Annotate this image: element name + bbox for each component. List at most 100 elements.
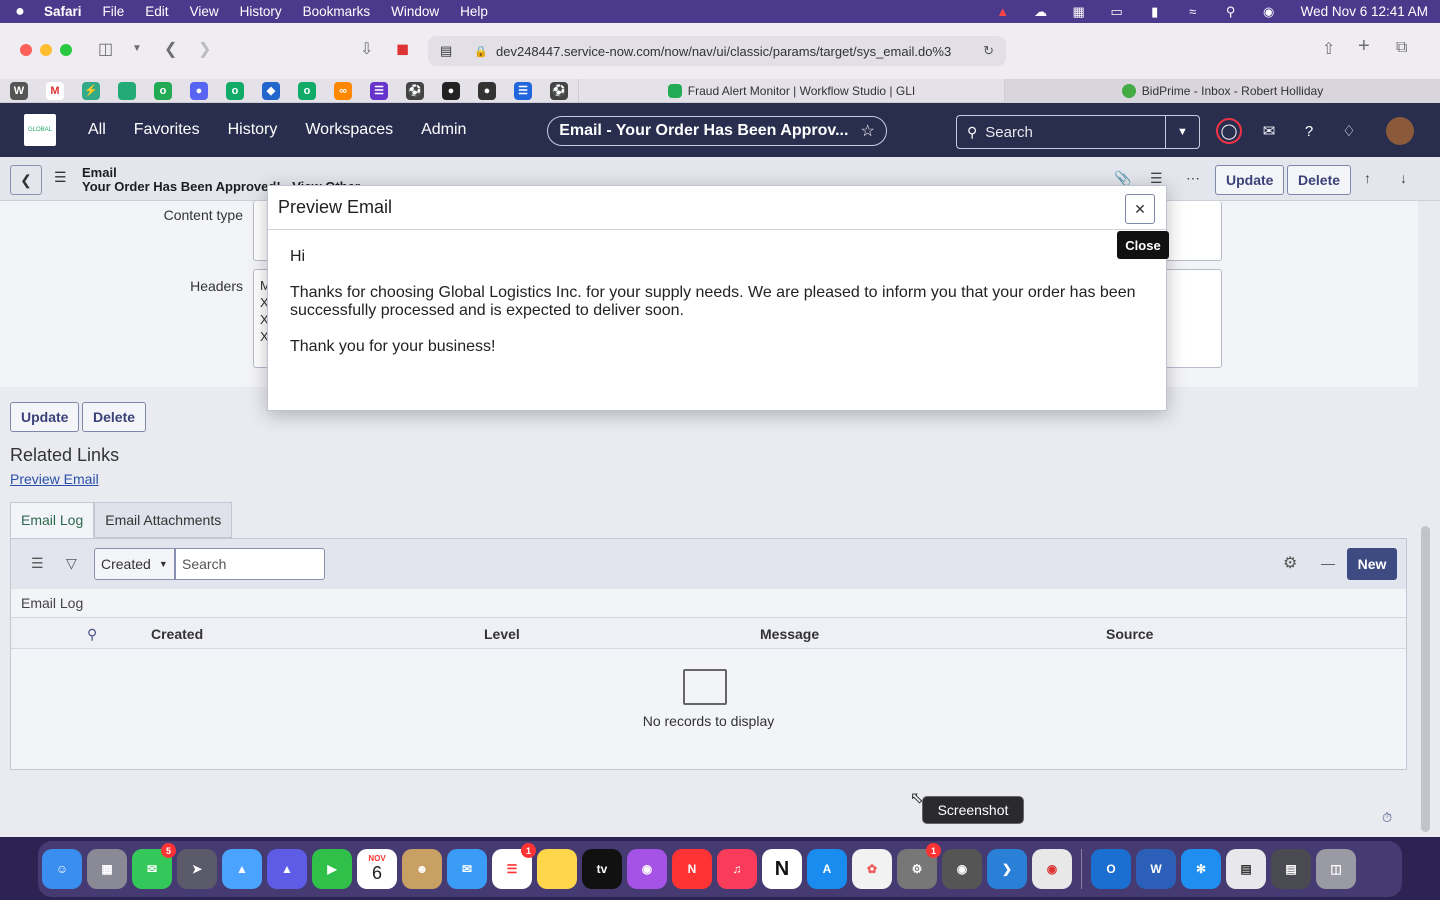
news-icon[interactable]: N — [672, 849, 712, 889]
context-menu-icon[interactable]: ☰ — [54, 169, 67, 186]
menu-view[interactable]: View — [190, 4, 219, 19]
preview-email-link[interactable]: Preview Email — [10, 471, 99, 487]
column-created[interactable]: Created — [151, 626, 203, 642]
favorite-bolt-icon[interactable]: ⚡ — [82, 81, 100, 100]
page-scrollbar[interactable] — [1421, 526, 1430, 832]
mail-icon[interactable]: ✉ — [447, 849, 487, 889]
reminders-icon[interactable]: ☰ 1 — [492, 843, 536, 889]
help-icon[interactable]: ? — [1296, 118, 1322, 144]
column-source[interactable]: Source — [1106, 626, 1153, 642]
browser-tab-bidprime[interactable]: BidPrime - Inbox - Robert Holliday — [1004, 78, 1440, 103]
rocket-icon[interactable]: ➤ — [177, 849, 217, 889]
delete-button[interactable]: Delete — [82, 402, 147, 432]
outlook-status-icon[interactable]: ▦ — [1069, 4, 1089, 20]
favorite-github-icon[interactable]: ● — [442, 81, 460, 100]
filter-icon[interactable]: ▽ — [66, 555, 77, 572]
new-button[interactable]: New — [1347, 548, 1397, 580]
star-icon[interactable]: ☆ — [860, 121, 874, 141]
gear-icon[interactable]: ⚙ — [1283, 553, 1297, 573]
safari-icon[interactable]: ✻ — [1181, 849, 1221, 889]
mcafee-icon[interactable]: ▲ — [993, 4, 1013, 19]
favorite-notes-icon[interactable]: ☰ — [370, 81, 388, 100]
next-record-icon[interactable]: ↓ — [1400, 170, 1407, 186]
display-icon[interactable]: ▭ — [1107, 4, 1127, 20]
favorite-servicenow-icon-2[interactable]: o — [226, 81, 244, 100]
url-text[interactable]: dev248447.service-now.com/now/nav/ui/cla… — [496, 44, 975, 59]
favorite-monday-icon[interactable]: ∞ — [334, 81, 352, 100]
favorite-servicenow-icon[interactable]: o — [154, 81, 172, 100]
prism-icon[interactable]: ▲ — [267, 849, 307, 889]
screenshot-icon[interactable]: ◉ — [942, 849, 982, 889]
podcasts-icon[interactable]: ◉ — [627, 849, 667, 889]
search-scope-dropdown[interactable]: ▼ — [1165, 116, 1199, 148]
favorite-soccer-icon[interactable]: ⚽ — [406, 81, 424, 100]
nav-favorites[interactable]: Favorites — [134, 121, 200, 139]
nav-all[interactable]: All — [88, 121, 106, 139]
favorite-sheet-icon[interactable] — [118, 81, 136, 100]
share-icon[interactable]: ⇧ — [1322, 39, 1335, 59]
spotlight-search-icon[interactable]: ⚲ — [1221, 4, 1241, 20]
tab-email-attachments[interactable]: Email Attachments — [94, 502, 233, 538]
column-search-icon[interactable]: ⚲ — [87, 626, 97, 643]
reload-icon[interactable]: ↻ — [983, 43, 994, 59]
globe-icon[interactable]: ◯ — [1216, 118, 1242, 144]
timer-icon[interactable]: ⏱ — [1382, 810, 1392, 826]
system-settings-icon[interactable]: ⚙ 1 — [897, 843, 941, 889]
minimize-window-button[interactable] — [40, 44, 52, 56]
favorite-gmail-icon[interactable]: M — [46, 81, 64, 100]
header-delete-button[interactable]: Delete — [1287, 165, 1352, 195]
chrome-icon[interactable]: ◉ — [1032, 849, 1072, 889]
downloads-stack-icon[interactable]: ▤ — [1226, 849, 1266, 889]
word-icon[interactable]: W — [1136, 849, 1176, 889]
update-button[interactable]: Update — [10, 402, 80, 432]
context-title-pill[interactable]: Email - Your Order Has Been Approv... ☆ — [547, 116, 887, 146]
list-search-input[interactable]: Search — [175, 548, 325, 580]
downloads-icon[interactable]: ⇩ — [360, 39, 373, 59]
facetime-icon[interactable]: ▶ — [312, 849, 352, 889]
extension-icon[interactable]: ◼ — [396, 39, 409, 59]
contacts-icon[interactable]: ☻ — [402, 849, 442, 889]
column-message[interactable]: Message — [760, 626, 819, 642]
wifi-icon[interactable]: ≈ — [1183, 4, 1203, 19]
search-field-select[interactable]: Created ▼ — [94, 548, 175, 580]
address-bar[interactable]: ▤ 🔒 dev248447.service-now.com/now/nav/ui… — [428, 36, 1006, 66]
menu-edit[interactable]: Edit — [145, 4, 168, 19]
user-avatar[interactable] — [1386, 117, 1414, 145]
notes-icon[interactable] — [537, 849, 577, 889]
battery-icon[interactable]: ▮ — [1145, 4, 1165, 20]
tab-overview-icon[interactable]: ⧉ — [1396, 39, 1407, 57]
finder-icon[interactable]: ☺ — [42, 849, 82, 889]
sidebar-toggle-icon[interactable]: ◫ — [98, 39, 113, 59]
forward-icon[interactable]: ❯ — [198, 39, 211, 59]
menu-history[interactable]: History — [240, 4, 282, 19]
favorite-docs-icon[interactable]: ☰ — [514, 81, 532, 100]
menu-clock[interactable]: Wed Nov 6 12:41 AM — [1301, 4, 1428, 19]
sidebar-dropdown-icon[interactable]: ▼ — [132, 43, 142, 54]
global-search[interactable]: ⚲ Search ▼ — [956, 115, 1200, 149]
app-store-icon[interactable]: A — [807, 849, 847, 889]
close-window-button[interactable] — [20, 44, 32, 56]
vscode-icon[interactable]: ❯ — [987, 849, 1027, 889]
search-input[interactable]: Search — [985, 124, 1165, 141]
browser-tab-fraud-alert[interactable]: Fraud Alert Monitor | Workflow Studio | … — [578, 78, 1004, 103]
favorite-jira-icon[interactable]: ◆ — [262, 81, 280, 100]
apple-menu-icon[interactable]: ● — [12, 3, 28, 21]
apple-tv-icon[interactable]: tv — [582, 849, 622, 889]
back-button[interactable]: ❮ — [10, 165, 42, 195]
calendar-icon[interactable]: NOV 6 — [357, 849, 397, 889]
previous-record-icon[interactable]: ↑ — [1364, 170, 1371, 186]
menu-app-name[interactable]: Safari — [44, 4, 82, 19]
company-logo[interactable]: GLOBAL — [24, 114, 56, 146]
chat-icon[interactable]: ✉ — [1256, 118, 1282, 144]
outlook-icon[interactable]: O — [1091, 849, 1131, 889]
launchpad-icon[interactable]: ▦ — [87, 849, 127, 889]
favorite-discord-icon[interactable]: ● — [190, 81, 208, 100]
favorite-github-icon-2[interactable]: ● — [478, 81, 496, 100]
reader-icon[interactable]: ▤ — [440, 43, 452, 59]
nav-history[interactable]: History — [228, 121, 278, 139]
maps-icon[interactable]: ▲ — [222, 849, 262, 889]
cloud-icon[interactable]: ☁ — [1031, 4, 1051, 20]
notion-icon[interactable]: N — [762, 849, 802, 889]
collapse-icon[interactable]: — — [1321, 555, 1335, 571]
modal-close-button[interactable]: ✕ — [1125, 194, 1155, 224]
